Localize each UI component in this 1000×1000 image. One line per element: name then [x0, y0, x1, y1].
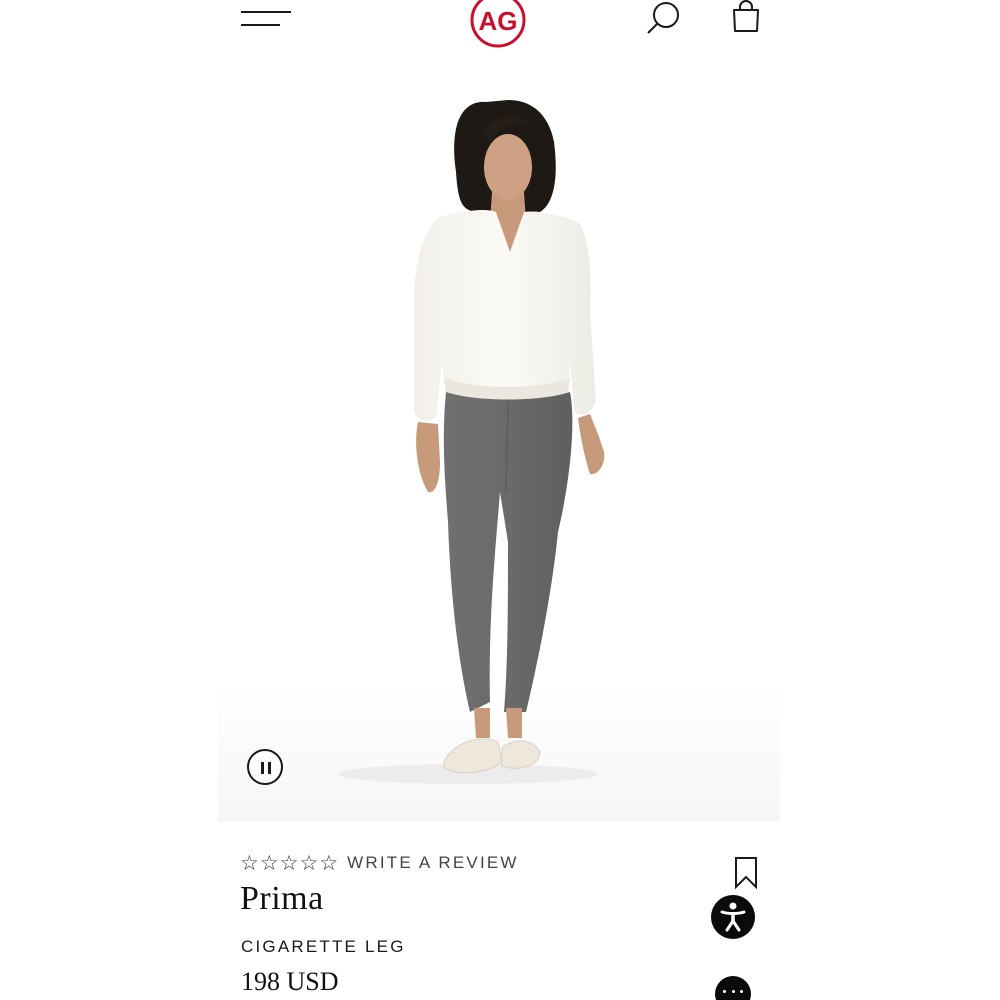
product-fit: CIGARETTE LEG: [241, 937, 406, 956]
model-image: [218, 100, 780, 822]
product-video[interactable]: [218, 62, 780, 822]
pause-icon[interactable]: [247, 749, 283, 785]
search-icon[interactable]: [645, 0, 683, 38]
star-icon: ☆: [299, 850, 319, 875]
star-icon: ☆: [279, 850, 299, 875]
write-review-link[interactable]: WRITE A REVIEW: [347, 853, 519, 873]
bookmark-icon[interactable]: [733, 856, 759, 890]
star-icon: ☆: [259, 850, 279, 875]
product-price: 198 USD: [241, 967, 339, 996]
star-icon: ☆: [240, 850, 259, 875]
logo-text: AG: [479, 6, 518, 36]
accessibility-icon: [720, 902, 746, 932]
star-icon: ☆: [319, 850, 339, 875]
shopping-bag-icon[interactable]: [730, 0, 762, 34]
chat-icon[interactable]: [715, 976, 751, 1000]
menu-icon[interactable]: [240, 8, 292, 30]
chat-dots: [723, 990, 743, 994]
rating-row: ☆ ☆ ☆ ☆ ☆ WRITE A REVIEW: [240, 850, 519, 876]
product-page: AG ☆ ☆ ☆ ☆ ☆ WRITE A REVIEW Prima CIGARE…: [0, 0, 1000, 1000]
accessibility-button[interactable]: [711, 895, 755, 939]
brand-logo[interactable]: AG: [469, 0, 527, 48]
star-rating[interactable]: ☆ ☆ ☆ ☆ ☆: [240, 850, 339, 875]
product-name: Prima: [240, 880, 324, 917]
